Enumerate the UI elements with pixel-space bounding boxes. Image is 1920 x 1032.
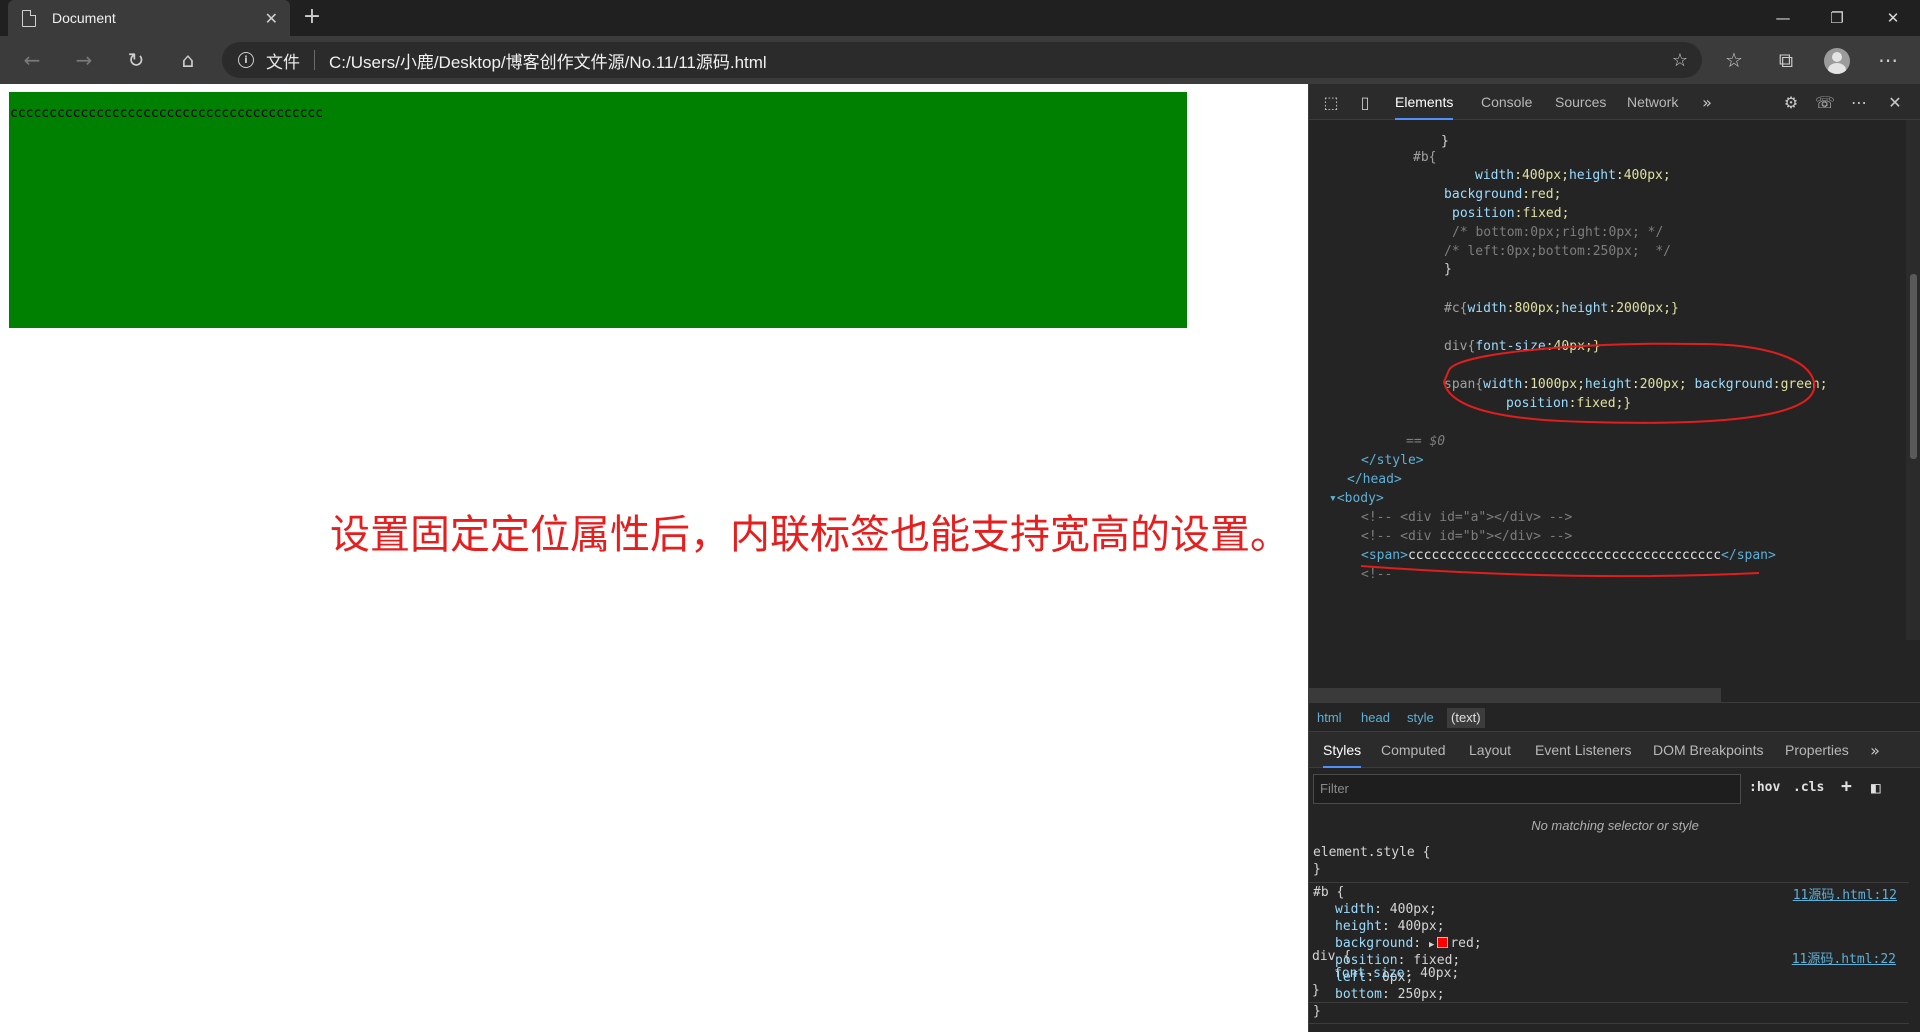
favorite-star-icon[interactable]: ☆ <box>1672 50 1688 71</box>
tab-title: Document <box>52 10 116 26</box>
arrow-left-icon: ← <box>23 48 41 72</box>
document-icon <box>22 9 36 27</box>
element-style-selector[interactable]: element.style { <box>1313 844 1430 861</box>
window-close-button[interactable]: ✕ <box>1866 0 1920 36</box>
collections-button[interactable]: ⧉ <box>1768 42 1804 78</box>
restore-button[interactable]: ❐ <box>1810 0 1864 36</box>
collections-icon: ⧉ <box>1778 48 1794 72</box>
sidebar-toggle-icon[interactable]: ◧ <box>1871 778 1881 797</box>
breadcrumb-text[interactable]: (text) <box>1447 708 1485 728</box>
styles-tabbar: Styles Computed Layout Event Listeners D… <box>1309 732 1920 768</box>
hover-state-button[interactable]: :hov <box>1749 780 1780 795</box>
address-bar[interactable]: i 文件 C:/Users/小鹿/Desktop/博客创作文件源/No.11/1… <box>222 42 1702 78</box>
rule-b-source-link[interactable]: 11源码.html:12 <box>1793 884 1897 903</box>
more-tabs-icon[interactable]: » <box>1697 92 1717 112</box>
info-icon[interactable]: i <box>238 52 254 68</box>
new-tab-button[interactable]: + <box>298 4 326 29</box>
settings-menu-button[interactable]: ⋯ <box>1870 42 1906 78</box>
styles-filter-row: Filter :hov .cls + ◧ <box>1309 768 1920 808</box>
breadcrumb-style[interactable]: style <box>1407 710 1434 725</box>
class-toggle-button[interactable]: .cls <box>1793 780 1824 795</box>
annotation-text: 设置固定定位属性后，内联标签也能支持宽高的设置。 <box>330 512 1290 558</box>
page-viewport: cccccccccccccccccccccccccccccccccccccccc… <box>0 84 1308 1032</box>
elements-source: } #b{ width:400px;height:400px; backgrou… <box>1309 120 1909 640</box>
address-separator <box>314 50 315 70</box>
devtools-panel: ⬚ ▯ Elements Console Sources Network » ⚙… <box>1308 84 1920 1032</box>
devtools-menu-icon[interactable]: ⋯ <box>1849 92 1869 112</box>
arrow-right-icon: → <box>75 48 93 72</box>
devtools-tabbar: ⬚ ▯ Elements Console Sources Network » ⚙… <box>1309 84 1920 120</box>
tab-sources[interactable]: Sources <box>1555 84 1606 120</box>
tab-console[interactable]: Console <box>1481 84 1532 120</box>
title-bar: Document ✕ + — ❐ ✕ <box>0 0 1920 36</box>
rule-div-block: div { 11源码.html:22 font-size: 40px; } <box>1308 948 1908 1032</box>
favorites-button[interactable]: ☆ <box>1716 42 1752 78</box>
breadcrumb-head[interactable]: head <box>1361 710 1390 725</box>
element-style-close: } <box>1313 862 1321 877</box>
rule-div-selector[interactable]: div { <box>1312 948 1351 965</box>
styles-filter-input[interactable]: Filter <box>1313 774 1741 804</box>
red-highlight-annotation <box>1360 342 1816 578</box>
more-icon: ⋯ <box>1878 48 1898 72</box>
new-rule-button[interactable]: + <box>1841 776 1852 797</box>
refresh-button[interactable]: ↻ <box>118 42 154 78</box>
minimize-button[interactable]: — <box>1756 0 1810 36</box>
rule-divider <box>1309 882 1909 883</box>
inspect-element-icon[interactable]: ⬚ <box>1321 92 1341 112</box>
feedback-icon[interactable]: ☏ <box>1815 92 1835 112</box>
address-url[interactable]: C:/Users/小鹿/Desktop/博客创作文件源/No.11/11源码.h… <box>329 48 767 73</box>
home-icon: ⌂ <box>181 48 195 72</box>
tab-styles[interactable]: Styles <box>1323 732 1362 768</box>
tab-dom-breakpoints[interactable]: DOM Breakpoints <box>1653 732 1763 768</box>
tab-network[interactable]: Network <box>1627 84 1678 120</box>
no-matching-message: No matching selector or style <box>1531 818 1699 833</box>
address-scheme-label: 文件 <box>266 52 300 73</box>
rule-divider <box>1308 1002 1908 1003</box>
style-property[interactable]: font-size: 40px; <box>1334 965 1459 982</box>
favorites-list-icon: ☆ <box>1725 48 1743 72</box>
fixed-span: cccccccccccccccccccccccccccccccccccccccc <box>9 92 1187 328</box>
tab-layout[interactable]: Layout <box>1469 732 1511 768</box>
rule-b-selector[interactable]: #b { <box>1313 884 1344 901</box>
device-toolbar-icon[interactable]: ▯ <box>1355 92 1375 112</box>
breadcrumb: html head style (text) <box>1309 702 1920 732</box>
gear-icon[interactable]: ⚙ <box>1781 92 1801 112</box>
tab-elements[interactable]: Elements <box>1395 84 1454 120</box>
breadcrumb-html[interactable]: html <box>1317 710 1342 725</box>
more-tabs-icon[interactable]: » <box>1865 740 1885 760</box>
elements-scrollbar-thumb[interactable] <box>1910 274 1917 459</box>
style-property[interactable]: height: 400px; <box>1335 918 1445 935</box>
tab-close-icon[interactable]: ✕ <box>265 9 278 28</box>
browser-tab[interactable]: Document ✕ <box>8 0 290 36</box>
profile-avatar[interactable] <box>1824 48 1850 74</box>
color-swatch[interactable] <box>1437 937 1449 948</box>
tab-computed[interactable]: Computed <box>1381 732 1446 768</box>
browser-toolbar: ← → ↻ ⌂ i 文件 C:/Users/小鹿/Desktop/博客创作文件源… <box>0 36 1920 84</box>
rule-div-close: } <box>1312 983 1320 998</box>
tab-properties[interactable]: Properties <box>1785 732 1849 768</box>
close-icon[interactable]: ✕ <box>1885 92 1905 112</box>
elements-horizontal-scrollbar[interactable] <box>1309 688 1721 702</box>
tab-event-listeners[interactable]: Event Listeners <box>1535 732 1632 768</box>
home-button[interactable]: ⌂ <box>170 42 206 78</box>
style-property[interactable]: width: 400px; <box>1335 901 1437 918</box>
forward-button[interactable]: → <box>66 42 102 78</box>
rule-div-source-link[interactable]: 11源码.html:22 <box>1792 948 1896 967</box>
back-button[interactable]: ← <box>14 42 50 78</box>
refresh-icon: ↻ <box>127 48 145 72</box>
